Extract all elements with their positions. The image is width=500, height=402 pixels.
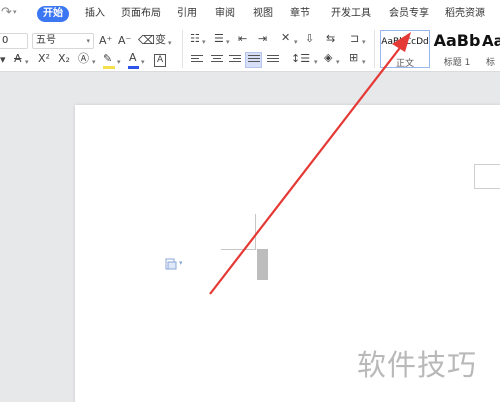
chevron-down-icon[interactable]: ▾ xyxy=(336,55,340,69)
separator xyxy=(374,30,375,68)
tab-stop-icon[interactable]: ⊐ xyxy=(350,32,359,46)
chevron-down-icon[interactable]: ▾ xyxy=(92,55,96,69)
shrink-font-icon[interactable]: A⁻ xyxy=(118,34,131,48)
chevron-down-icon[interactable]: ▾ xyxy=(362,55,366,69)
tab-sections[interactable]: 章节 xyxy=(290,6,310,22)
font-size-value: 五号 xyxy=(36,35,56,46)
show-marks-icon[interactable]: ⇆ xyxy=(326,32,335,46)
chevron-down-icon[interactable]: ▾ xyxy=(25,55,29,69)
margin-corner-mark xyxy=(221,249,255,250)
tab-home[interactable]: 开始 xyxy=(37,6,69,22)
underline-dropdown-icon[interactable]: ▾ xyxy=(0,53,6,67)
style-heading-2-caption: 标 xyxy=(486,58,496,68)
style-heading-2[interactable]: Aa 标 xyxy=(482,30,500,68)
align-right-icon[interactable] xyxy=(229,55,241,65)
align-left-icon[interactable] xyxy=(191,55,203,65)
style-heading-2-preview: Aa xyxy=(482,32,500,50)
justify-button[interactable] xyxy=(245,52,262,68)
tab-review[interactable]: 审阅 xyxy=(215,6,235,22)
text-cursor xyxy=(257,249,268,280)
borders-icon[interactable]: ⊞ xyxy=(349,51,358,65)
font-name-combo[interactable]: 0 xyxy=(0,33,28,49)
bullet-list-icon[interactable]: ☷ xyxy=(190,32,200,46)
chevron-down-icon[interactable]: ▾ xyxy=(226,35,230,49)
tab-page-layout[interactable]: 页面布局 xyxy=(121,6,161,22)
chevron-down-icon[interactable]: ▾ xyxy=(314,55,318,69)
style-normal-preview: AaBbCcDd xyxy=(381,37,429,47)
chevron-down-icon[interactable]: ▾ xyxy=(168,36,172,50)
redo-dropdown-icon[interactable]: ▾ xyxy=(13,8,17,16)
chevron-down-icon[interactable]: ▾ xyxy=(294,35,298,49)
pinyin-guide-icon[interactable]: 变 xyxy=(155,33,166,47)
chevron-down-icon[interactable]: ▾ xyxy=(179,259,183,267)
watermark: 软件技巧 xyxy=(357,348,478,382)
tab-view[interactable]: 视图 xyxy=(253,6,273,22)
font-color-icon[interactable]: A xyxy=(129,51,137,65)
style-heading-1-preview: AaBb xyxy=(433,31,481,50)
style-heading-1-caption: 标题 1 xyxy=(443,58,471,68)
separator xyxy=(182,30,183,68)
increase-indent-icon[interactable]: ⇥ xyxy=(258,32,267,46)
style-heading-1[interactable]: AaBb 标题 1 xyxy=(432,30,482,68)
justify-icon xyxy=(248,55,260,65)
chevron-down-icon[interactable]: ▾ xyxy=(202,35,206,49)
text-effect-icon[interactable]: Ⓐ xyxy=(78,52,89,66)
clear-format-icon[interactable]: ⌫ xyxy=(138,33,155,47)
decrease-indent-icon[interactable]: ⇤ xyxy=(238,32,247,46)
paste-options-icon[interactable] xyxy=(165,258,177,270)
text-direction-icon[interactable]: ⇩ xyxy=(305,32,314,46)
font-name-value: 0 xyxy=(2,35,9,46)
font-color-bar xyxy=(128,66,139,69)
shading-icon[interactable]: ◈ xyxy=(324,51,332,65)
tab-insert[interactable]: 插入 xyxy=(85,6,105,22)
style-normal-caption: 正文 xyxy=(395,59,414,69)
superscript-icon[interactable]: X² xyxy=(38,52,50,66)
highlight-icon[interactable]: ✎ xyxy=(103,52,112,66)
chevron-down-icon[interactable]: ▾ xyxy=(86,34,90,48)
chevron-down-icon[interactable]: ▾ xyxy=(362,35,366,49)
grow-font-icon[interactable]: A⁺ xyxy=(99,34,112,48)
tab-references[interactable]: 引用 xyxy=(177,6,197,22)
strikethrough-icon[interactable]: A xyxy=(14,52,22,66)
tab-developer[interactable]: 开发工具 xyxy=(331,6,371,22)
distributed-align-icon[interactable] xyxy=(267,55,279,65)
margin-corner-mark xyxy=(255,214,256,250)
numbered-list-icon[interactable]: ☰ xyxy=(214,32,224,46)
ribbon-tab-bar: ↷ ▾ 开始 插入 页面布局 引用 审阅 视图 章节 开发工具 会员专享 稻壳资… xyxy=(0,0,500,26)
tab-member[interactable]: 会员专享 xyxy=(389,6,429,22)
redo-icon[interactable]: ↷ xyxy=(1,5,12,20)
tab-docer-resources[interactable]: 稻壳资源 xyxy=(445,6,485,22)
chevron-down-icon[interactable]: ▾ xyxy=(117,55,121,69)
highlight-color-bar xyxy=(103,66,115,69)
line-spacing-icon[interactable]: ↕☰ xyxy=(291,52,310,66)
font-size-combo[interactable]: 五号 ▾ xyxy=(32,33,94,49)
subscript-icon[interactable]: X₂ xyxy=(58,52,70,66)
chinese-layout-icon[interactable]: ✕ xyxy=(281,31,290,45)
page-textbox[interactable] xyxy=(474,164,500,189)
chevron-down-icon[interactable]: ▾ xyxy=(141,55,145,69)
style-normal[interactable]: AaBbCcDd 正文 xyxy=(380,30,430,69)
align-center-icon[interactable] xyxy=(211,55,223,65)
char-border-icon[interactable]: A xyxy=(154,54,167,67)
